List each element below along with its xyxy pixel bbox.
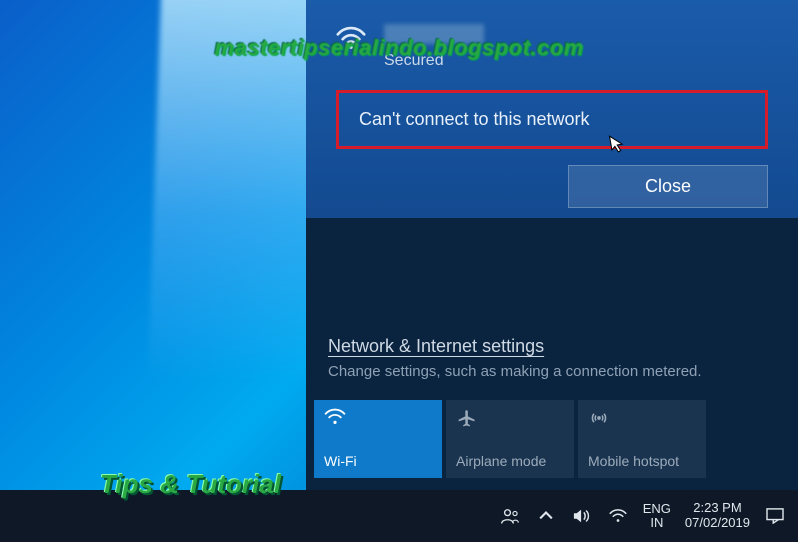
airplane-icon	[456, 408, 564, 434]
action-center-icon[interactable]	[764, 505, 786, 527]
wifi-icon	[336, 26, 366, 50]
wifi-tile[interactable]: Wi-Fi	[314, 400, 442, 478]
settings-description: Change settings, such as making a connec…	[328, 363, 776, 380]
network-settings-link[interactable]: Network & Internet settings	[328, 336, 544, 357]
tray-chevron-up-icon[interactable]	[535, 505, 557, 527]
people-icon[interactable]	[499, 505, 521, 527]
error-text: Can't connect to this network	[359, 109, 590, 129]
mobile-hotspot-tile[interactable]: Mobile hotspot	[578, 400, 706, 478]
network-entry-header: Secured	[336, 24, 768, 70]
date-text: 07/02/2019	[685, 516, 750, 531]
wifi-tile-label: Wi-Fi	[324, 453, 432, 470]
hotspot-tile-label: Mobile hotspot	[588, 453, 696, 470]
volume-icon[interactable]	[571, 505, 593, 527]
network-flyout-panel: Secured Can't connect to this network Cl…	[306, 0, 798, 490]
close-row: Close	[336, 165, 768, 208]
wifi-tile-icon	[324, 408, 432, 434]
time-text: 2:23 PM	[685, 501, 750, 516]
lang-top: ENG	[643, 502, 671, 516]
hotspot-icon	[588, 408, 696, 434]
language-indicator[interactable]: ENG IN	[643, 502, 671, 531]
airplane-tile-label: Airplane mode	[456, 453, 564, 470]
flyout-spacer	[306, 218, 798, 318]
mouse-cursor-icon	[607, 133, 626, 155]
quick-action-tiles: Wi-Fi Airplane mode Mobile hotspot	[306, 388, 798, 490]
network-tray-icon[interactable]	[607, 505, 629, 527]
ssid-block: Secured	[384, 24, 768, 70]
ssid-name-redacted	[384, 24, 484, 44]
lang-bottom: IN	[643, 516, 671, 530]
airplane-mode-tile[interactable]: Airplane mode	[446, 400, 574, 478]
taskbar: ENG IN 2:23 PM 07/02/2019	[0, 490, 798, 542]
connection-error-message: Can't connect to this network	[336, 90, 768, 149]
settings-section: Network & Internet settings Change setti…	[306, 318, 798, 388]
close-button[interactable]: Close	[568, 165, 768, 208]
network-entry-selected[interactable]: Secured Can't connect to this network Cl…	[306, 0, 798, 218]
clock[interactable]: 2:23 PM 07/02/2019	[685, 501, 750, 531]
secured-label: Secured	[384, 52, 768, 70]
